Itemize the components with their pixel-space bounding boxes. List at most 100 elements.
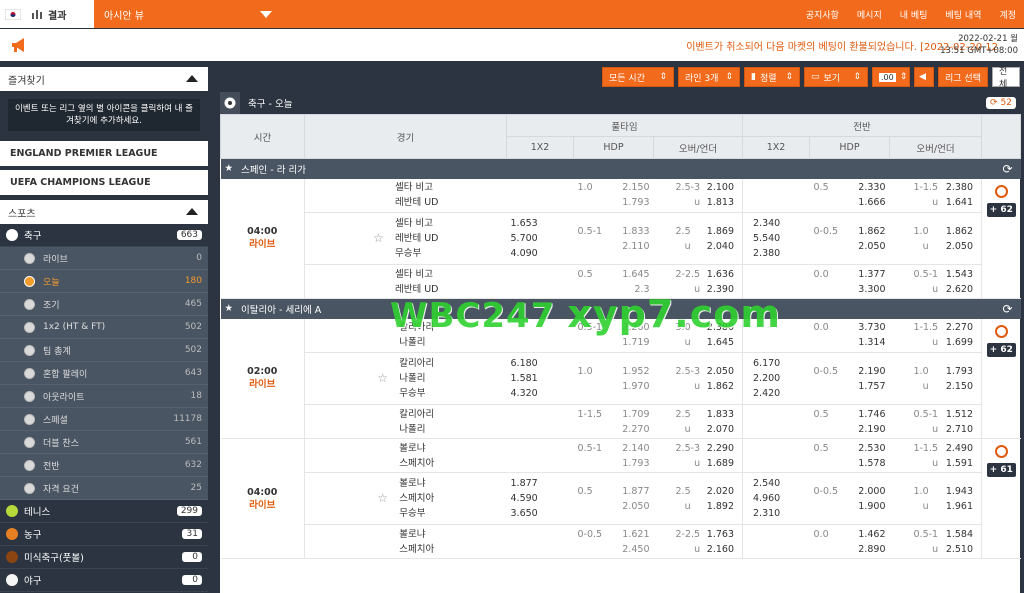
h-hdp-odds[interactable]: 1.746 <box>858 407 885 422</box>
odds-1x2-value[interactable]: 3.650 <box>511 506 570 521</box>
h-hdp-odds[interactable]: 2.330 <box>858 180 885 195</box>
h-ou-odds[interactable]: 2.710 <box>946 422 973 437</box>
odds-1x2-value[interactable]: 4.090 <box>511 246 570 261</box>
team-name[interactable]: 셀타 비고 <box>395 267 439 282</box>
h-ou-odds[interactable]: 2.150 <box>946 379 973 394</box>
ou-odds-value[interactable]: 1.645 <box>707 335 734 350</box>
team-name[interactable]: 스페치아 <box>399 542 434 557</box>
sport-sub-item[interactable]: 오늘 180 <box>0 270 208 293</box>
sport-sub-item[interactable]: 더블 찬스 561 <box>0 431 208 454</box>
hdp-odds-value[interactable]: 1.793 <box>622 195 649 210</box>
league-ucl[interactable]: UEFA CHAMPIONS LEAGUE <box>0 170 208 195</box>
odds-1x2-value[interactable]: 4.320 <box>511 386 570 401</box>
h-ou-odds[interactable]: 2.490 <box>946 441 973 456</box>
sport-sub-item[interactable]: 팀 총계 502 <box>0 339 208 362</box>
sport-sub-item[interactable]: 스페셜 11178 <box>0 408 208 431</box>
league-epl[interactable]: ENGLAND PREMIER LEAGUE <box>0 141 208 166</box>
ou-odds-value[interactable]: 1.892 <box>707 499 734 514</box>
hdp-odds-value[interactable]: 1.952 <box>622 364 649 379</box>
ou-odds-value[interactable]: 2.040 <box>707 239 734 254</box>
ou-odds-value[interactable]: 1.869 <box>707 224 734 239</box>
hdp-odds-value[interactable]: 1.621 <box>622 527 649 542</box>
ou-odds-value[interactable]: 2.070 <box>707 422 734 437</box>
h-ou-odds[interactable]: 1.591 <box>946 456 973 471</box>
h-ou-odds[interactable]: 1.543 <box>946 267 973 282</box>
h-hdp-odds[interactable]: 2.890 <box>858 542 885 557</box>
hdp-odds-value[interactable]: 1.645 <box>622 267 649 282</box>
league-select-button[interactable]: 리그 선택 <box>938 67 988 87</box>
h-hdp-odds[interactable]: 1.862 <box>858 224 885 239</box>
ou-odds-value[interactable]: 2.100 <box>707 180 734 195</box>
h-hdp-odds[interactable]: 1.462 <box>858 527 885 542</box>
live-stats-icon[interactable] <box>994 445 1008 458</box>
h-hdp-odds[interactable]: 2.530 <box>858 441 885 456</box>
sport-sub-item[interactable]: 혼합 팔레이 643 <box>0 362 208 385</box>
ou-odds-value[interactable]: 2.050 <box>707 364 734 379</box>
h-odds-1x2-value[interactable]: 2.200 <box>753 371 806 386</box>
team-name[interactable]: 셀타 비고 <box>395 216 439 231</box>
team-name[interactable]: 무승부 <box>399 386 434 401</box>
star-icon[interactable]: ★ <box>225 303 234 314</box>
sports-header[interactable]: 스포츠 <box>0 200 208 224</box>
korea-flag-icon[interactable] <box>0 0 26 28</box>
sport-item[interactable]: 미식축구(풋볼) 0 <box>0 546 208 569</box>
hdp-odds-value[interactable]: 2.050 <box>622 499 649 514</box>
refresh-count-button[interactable]: ⟳ 52 <box>986 97 1016 109</box>
h-ou-odds[interactable]: 1.512 <box>946 407 973 422</box>
team-name[interactable]: 레반테 UD <box>395 231 439 246</box>
ou-odds-value[interactable]: 1.636 <box>707 267 734 282</box>
more-markets-button[interactable]: + 62 <box>986 202 1016 217</box>
live-stats-icon[interactable] <box>994 184 1008 198</box>
ou-odds-value[interactable]: 2.290 <box>707 441 734 456</box>
all-time-select[interactable]: 모든 시간 ⇕ <box>602 67 674 87</box>
h-odds-1x2-value[interactable]: 4.960 <box>753 491 806 506</box>
sport-sub-item[interactable]: 아웃라이트 18 <box>0 385 208 408</box>
hdp-odds-value[interactable]: 1.719 <box>622 335 649 350</box>
h-ou-odds[interactable]: 1.793 <box>946 364 973 379</box>
nav-my-bets[interactable]: 내 베팅 <box>900 8 928 21</box>
hdp-odds-value[interactable]: 2.110 <box>622 239 649 254</box>
team-name[interactable]: 나폴리 <box>399 422 434 437</box>
refresh-icon[interactable]: ⟳ <box>1002 162 1012 176</box>
h-hdp-odds[interactable]: 1.377 <box>858 267 885 282</box>
team-name[interactable]: 무승부 <box>395 246 439 261</box>
h-hdp-odds[interactable]: 1.578 <box>858 456 885 471</box>
h-odds-1x2-value[interactable]: 2.380 <box>753 246 806 261</box>
h-odds-1x2-value[interactable]: 5.540 <box>753 231 806 246</box>
h-ou-odds[interactable]: 2.620 <box>946 282 973 297</box>
h-hdp-odds[interactable]: 1.900 <box>858 499 885 514</box>
h-ou-odds[interactable]: 1.961 <box>946 499 973 514</box>
refresh-icon[interactable]: ⟳ <box>1002 302 1012 316</box>
ou-odds-value[interactable]: 2.160 <box>707 542 734 557</box>
view-select[interactable]: ▭ 보기 ⇕ <box>804 67 868 87</box>
team-name[interactable]: 칼리아리 <box>399 356 434 371</box>
h-hdp-odds[interactable]: 2.190 <box>858 364 885 379</box>
team-name[interactable]: 볼로냐 <box>399 527 434 542</box>
odds-1x2-value[interactable]: 6.180 <box>511 356 570 371</box>
odds-1x2-value[interactable]: 1.581 <box>511 371 570 386</box>
sport-sub-item[interactable]: 1x2 (HT & FT) 502 <box>0 316 208 339</box>
hdp-odds-value[interactable]: 1.877 <box>622 484 649 499</box>
h-odds-1x2-value[interactable]: 2.420 <box>753 386 806 401</box>
h-hdp-odds[interactable]: 2.000 <box>858 484 885 499</box>
ou-odds-value[interactable]: 1.862 <box>707 379 734 394</box>
lines-select[interactable]: 라인 3개 ⇕ <box>678 67 740 87</box>
odds-1x2-value[interactable]: 1.653 <box>511 216 570 231</box>
odds-1x2-value[interactable]: 5.700 <box>511 231 570 246</box>
hdp-odds-value[interactable]: 1.709 <box>622 407 649 422</box>
h-ou-odds[interactable]: 1.862 <box>946 224 973 239</box>
league-row[interactable]: ★ 스페인 - 라 리가 ⟳ <box>220 158 1021 179</box>
favorites-header[interactable]: 즐겨찾기 <box>0 67 208 91</box>
h-hdp-odds[interactable]: 1.757 <box>858 379 885 394</box>
team-name[interactable]: 셀타 비고 <box>395 180 439 195</box>
h-ou-odds[interactable]: 2.050 <box>946 239 973 254</box>
h-odds-1x2-value[interactable]: 2.540 <box>753 476 806 491</box>
sport-soccer[interactable]: 축구 663 <box>0 224 208 247</box>
star-outline-icon[interactable]: ☆ <box>373 231 391 246</box>
team-name[interactable]: 칼리아리 <box>399 407 434 422</box>
hdp-odds-value[interactable]: 1.793 <box>622 456 649 471</box>
star-outline-icon[interactable]: ☆ <box>377 491 395 506</box>
nav-notice[interactable]: 공지사항 <box>806 8 839 21</box>
h-hdp-odds[interactable]: 1.314 <box>858 335 885 350</box>
team-name[interactable]: 레반테 UD <box>395 195 439 210</box>
